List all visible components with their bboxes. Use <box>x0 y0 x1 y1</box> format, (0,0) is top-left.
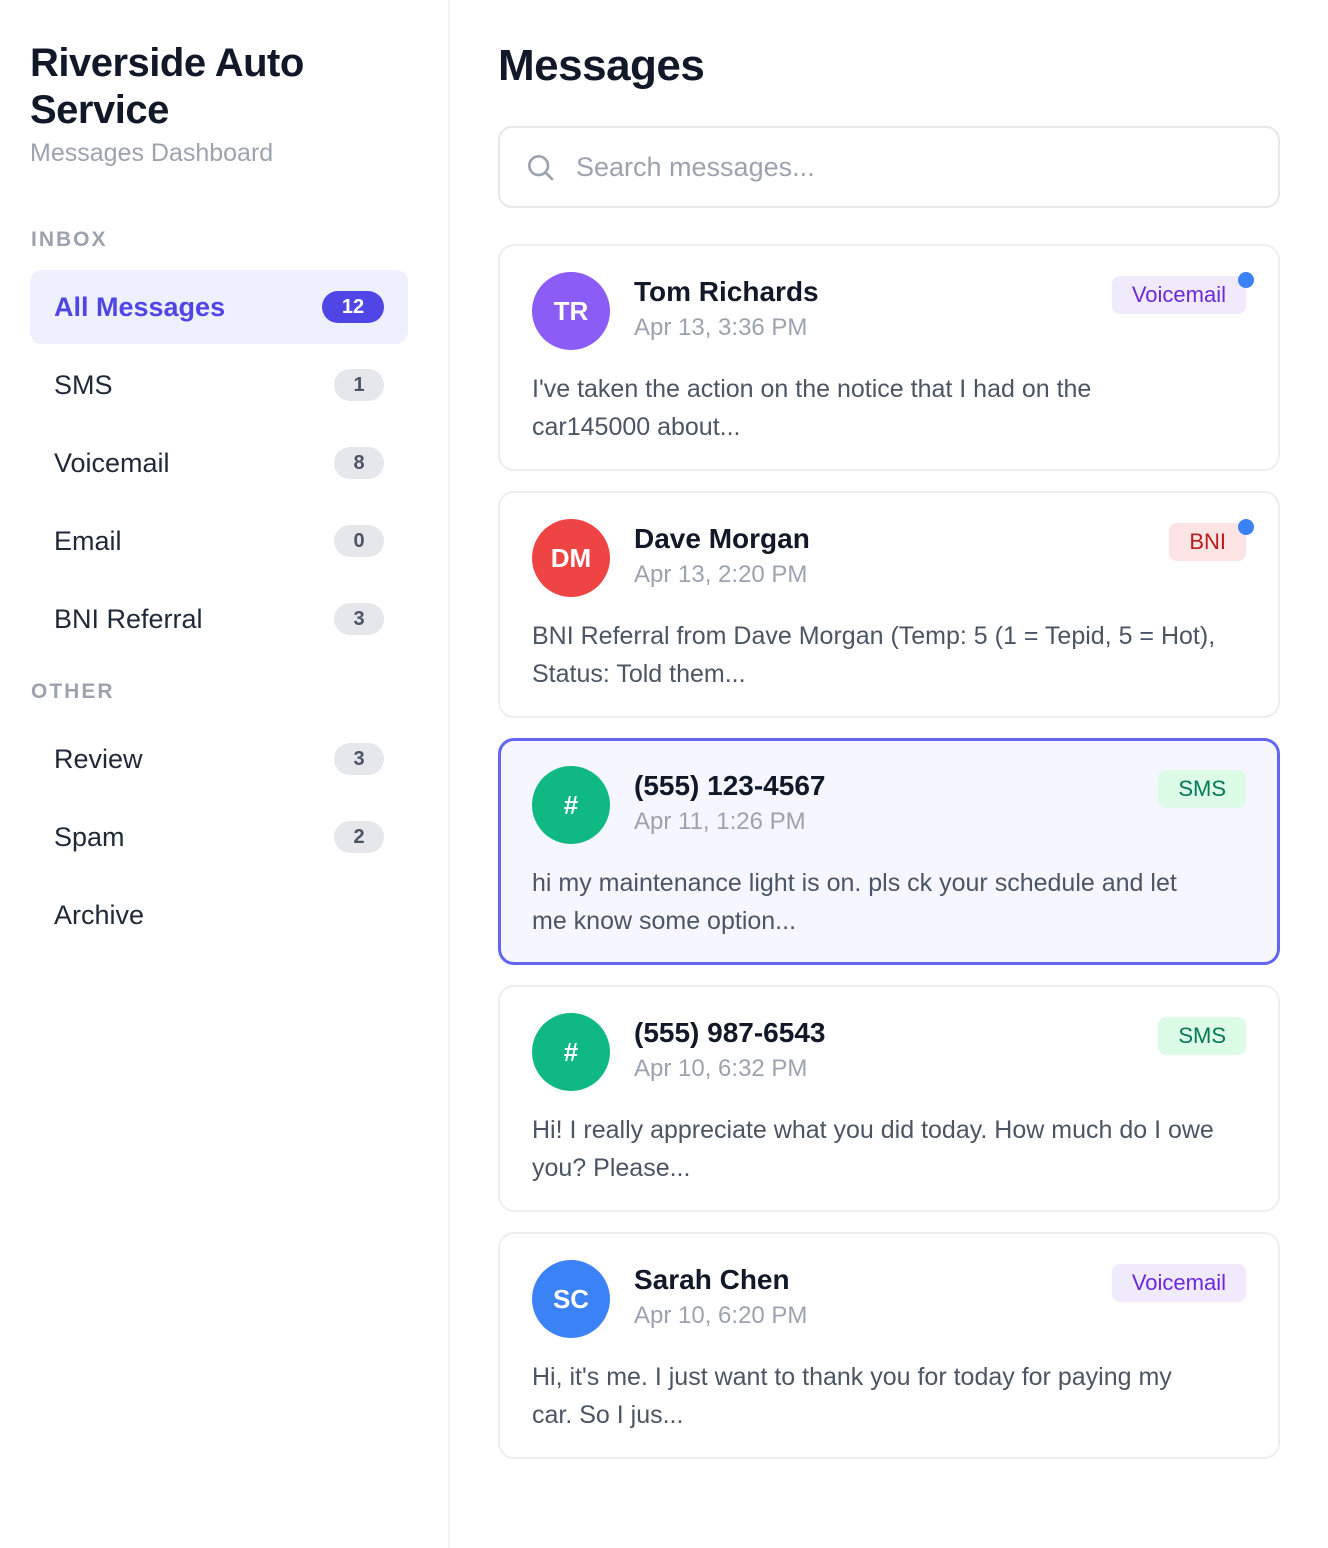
sidebar-item-voicemail[interactable]: Voicemail 8 <box>30 426 408 500</box>
count-badge: 8 <box>334 447 384 479</box>
sidebar-item-label: Spam <box>54 821 125 852</box>
sender-name: (555) 987-6543 <box>634 1017 826 1048</box>
message-preview: BNI Referral from Dave Morgan (Temp: 5 (… <box>532 622 1216 688</box>
type-badge: BNI <box>1169 523 1246 561</box>
message-preview: Hi, it's me. I just want to thank you fo… <box>532 1363 1172 1429</box>
avatar: TR <box>532 272 610 350</box>
sidebar-item-label: Archive <box>54 899 145 930</box>
search-icon <box>528 155 554 181</box>
brand-subtitle: Messages Dashboard <box>30 139 274 167</box>
timestamp: Apr 13, 2:20 PM <box>634 561 808 588</box>
sidebar: Riverside Auto Service Messages Dashboar… <box>0 0 450 1548</box>
sidebar-item-bni-referral[interactable]: BNI Referral 3 <box>30 582 408 656</box>
type-badge: SMS <box>1158 770 1246 808</box>
unread-indicator <box>1238 272 1254 288</box>
timestamp: Apr 11, 1:26 PM <box>634 808 806 835</box>
type-badge: SMS <box>1158 1017 1246 1055</box>
app-root: Riverside Auto Service Messages Dashboar… <box>0 0 1328 1548</box>
main-panel: Messages TR Tom Richards Apr 13, 3:36 PM… <box>450 0 1328 1548</box>
sidebar-item-archive[interactable]: Archive <box>30 878 408 952</box>
type-badge: Voicemail <box>1111 1264 1246 1302</box>
count-badge: 12 <box>322 291 384 323</box>
sender-name: Sarah Chen <box>634 1264 790 1295</box>
inbox-section-label: INBOX <box>31 228 108 251</box>
message-card-selected[interactable]: # (555) 123-4567 Apr 11, 1:26 PM SMS hi … <box>498 738 1280 965</box>
avatar: # <box>532 1013 610 1091</box>
message-card[interactable]: DM Dave Morgan Apr 13, 2:20 PM BNI BNI R… <box>498 491 1280 718</box>
count-badge: 3 <box>334 603 384 635</box>
search-input[interactable] <box>576 151 1254 183</box>
sidebar-item-spam[interactable]: Spam 2 <box>30 800 408 874</box>
sidebar-item-label: All Messages <box>54 291 226 322</box>
message-card[interactable]: TR Tom Richards Apr 13, 3:36 PM Voicemai… <box>498 244 1280 471</box>
timestamp: Apr 10, 6:20 PM <box>634 1302 808 1329</box>
sidebar-item-review[interactable]: Review 3 <box>30 722 408 796</box>
other-section-label: OTHER <box>31 680 115 703</box>
timestamp: Apr 13, 3:36 PM <box>634 314 808 341</box>
other-nav: Review 3 Spam 2 Archive <box>30 722 408 952</box>
count-badge: 2 <box>334 821 384 853</box>
count-badge: 1 <box>334 369 384 401</box>
sidebar-item-sms[interactable]: SMS 1 <box>30 348 408 422</box>
brand-title: Riverside Auto Service <box>30 41 304 132</box>
message-card[interactable]: # (555) 987-6543 Apr 10, 6:32 PM SMS Hi!… <box>498 985 1280 1212</box>
avatar: # <box>532 766 610 844</box>
sender-name: Tom Richards <box>634 276 819 307</box>
type-badge: Voicemail <box>1111 276 1246 314</box>
sidebar-item-label: BNI Referral <box>54 603 203 634</box>
timestamp: Apr 10, 6:32 PM <box>634 1055 808 1082</box>
sidebar-item-all-messages[interactable]: All Messages 12 <box>30 270 408 344</box>
message-preview: I've taken the action on the notice that… <box>532 375 1092 441</box>
search-bar[interactable] <box>498 126 1280 208</box>
avatar: DM <box>532 519 610 597</box>
sidebar-item-label: Review <box>54 743 143 774</box>
sidebar-item-label: Voicemail <box>54 447 170 478</box>
message-preview: Hi! I really appreciate what you did tod… <box>532 1116 1214 1182</box>
message-list: TR Tom Richards Apr 13, 3:36 PM Voicemai… <box>498 244 1280 1459</box>
message-preview: hi my maintenance light is on. pls ck yo… <box>532 869 1177 935</box>
count-badge: 0 <box>334 525 384 557</box>
inbox-nav: All Messages 12 SMS 1 Voicemail 8 Email … <box>30 270 408 656</box>
sender-name: Dave Morgan <box>634 523 810 554</box>
avatar: SC <box>532 1260 610 1338</box>
message-card[interactable]: SC Sarah Chen Apr 10, 6:20 PM Voicemail … <box>498 1232 1280 1459</box>
sidebar-item-label: SMS <box>54 369 113 400</box>
unread-indicator <box>1238 519 1254 535</box>
sender-name: (555) 123-4567 <box>634 770 826 801</box>
page-title: Messages <box>498 41 705 90</box>
sidebar-item-label: Email <box>54 525 122 556</box>
sidebar-item-email[interactable]: Email 0 <box>30 504 408 578</box>
count-badge: 3 <box>334 743 384 775</box>
